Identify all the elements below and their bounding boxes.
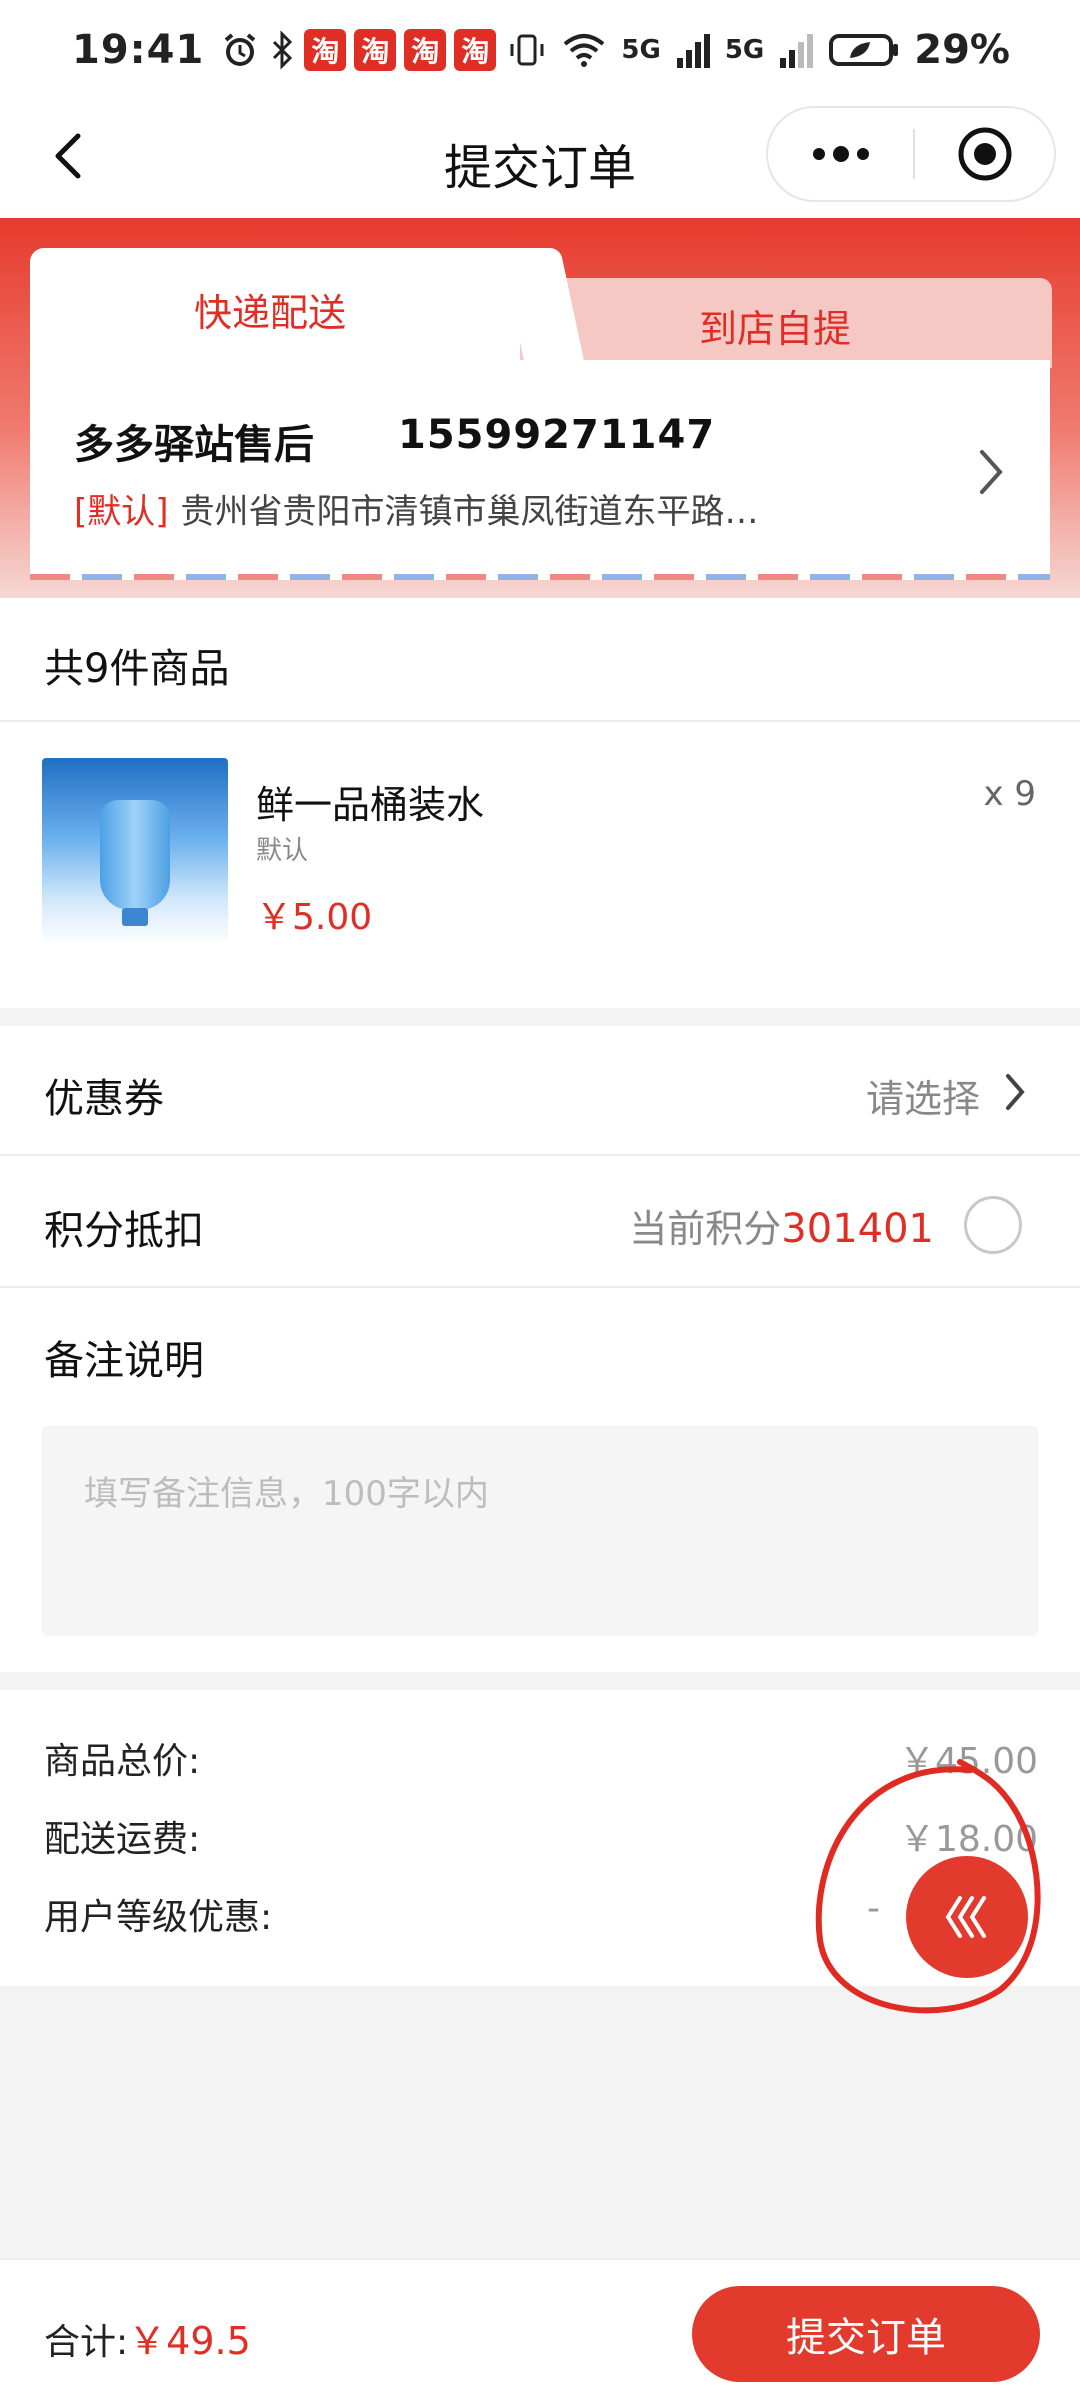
default-address-tag: [默认] bbox=[74, 492, 169, 532]
remark-input[interactable] bbox=[42, 1426, 1038, 1636]
bluetooth-icon bbox=[273, 30, 293, 70]
product-section: 共9件商品 鲜一品桶装水 默认 ￥5.00 x 9 bbox=[0, 598, 1080, 1008]
network-type-1: 5G bbox=[621, 35, 661, 65]
product-spec: 默认 bbox=[256, 836, 309, 866]
points-row: 积分抵扣 当前积分301401 bbox=[0, 1158, 1080, 1288]
product-count: 共9件商品 bbox=[44, 646, 230, 692]
points-value: 301401 bbox=[781, 1206, 934, 1252]
tab-pickup-label[interactable]: 到店自提 bbox=[570, 298, 980, 353]
points-label: 积分抵扣 bbox=[44, 1208, 204, 1254]
target-circle-icon bbox=[958, 127, 1011, 181]
remark-label: 备注说明 bbox=[44, 1338, 204, 1384]
points-radio[interactable] bbox=[964, 1196, 1022, 1254]
status-icons-right: 5G 5G 29% bbox=[507, 27, 1010, 73]
chevron-right-icon bbox=[980, 450, 1003, 494]
wifi-icon bbox=[564, 34, 605, 67]
taobao-app-icon: 淘 bbox=[404, 29, 447, 71]
total-label: 合计: bbox=[44, 2322, 129, 2363]
close-miniprogram-button[interactable] bbox=[915, 108, 1054, 200]
coupon-row[interactable]: 优惠券 请选择 bbox=[0, 1026, 1080, 1156]
tab-delivery-label[interactable]: 快递配送 bbox=[30, 282, 510, 337]
points-prefix: 当前积分 bbox=[629, 1207, 782, 1251]
signal-icon bbox=[676, 34, 710, 68]
coupon-label: 优惠券 bbox=[44, 1076, 164, 1122]
recipient-name: 多多驿站售后 bbox=[74, 422, 314, 468]
address-card[interactable]: 多多驿站售后 15599271147 [默认] 贵州省贵阳市清镇市巢凤街道东平路… bbox=[30, 360, 1050, 580]
product-count-row: 共9件商品 bbox=[0, 598, 1080, 722]
water-bottle-cap bbox=[122, 908, 148, 926]
product-quantity: x 9 bbox=[983, 774, 1036, 814]
taobao-app-icon: 淘 bbox=[304, 29, 347, 71]
miniprogram-capsule bbox=[766, 106, 1056, 202]
level-discount-label: 用户等级优惠: bbox=[44, 1897, 273, 1938]
nav-bar: 提交订单 bbox=[0, 100, 1080, 218]
order-options-section: 优惠券 请选择 积分抵扣 当前积分301401 备注说明 bbox=[0, 1026, 1080, 1672]
total-value: ￥49.5 bbox=[128, 2319, 251, 2363]
address-detail: 贵州省贵阳市清镇市巢凤街道东平路… bbox=[180, 492, 759, 532]
shipping-value: ￥18.00 bbox=[898, 1819, 1038, 1860]
total-row: 合计:￥49.5 bbox=[44, 2310, 251, 2365]
network-type-2: 5G bbox=[724, 35, 765, 65]
floating-action-button[interactable] bbox=[906, 1856, 1028, 1978]
water-bottle-graphic bbox=[100, 800, 170, 910]
battery-percent: 29% bbox=[914, 27, 1010, 73]
more-dots-icon bbox=[812, 146, 869, 162]
submit-order-button[interactable]: 提交订单 bbox=[692, 2286, 1040, 2382]
level-discount-value: - bbox=[867, 1888, 880, 1929]
vibrate-icon bbox=[510, 34, 544, 66]
product-name: 鲜一品桶装水 bbox=[256, 783, 485, 827]
product-price: ￥5.00 bbox=[256, 897, 373, 938]
chevron-right-icon bbox=[1006, 1074, 1025, 1110]
shipping-label: 配送运费: bbox=[44, 1819, 201, 1860]
battery-icon bbox=[829, 34, 899, 66]
status-time: 19:41 bbox=[72, 27, 205, 73]
taobao-app-icon: 淘 bbox=[354, 29, 397, 71]
recipient-phone: 15599271147 bbox=[398, 412, 716, 458]
goods-total-value: ￥45.00 bbox=[898, 1741, 1038, 1782]
envelope-stripe bbox=[30, 574, 1050, 580]
signal-icon bbox=[780, 34, 814, 68]
more-button[interactable] bbox=[768, 108, 913, 200]
status-bar: 19:41 淘 淘 淘 淘 5G 5G 29% bbox=[0, 0, 1080, 100]
alarm-icon bbox=[225, 33, 256, 66]
coupon-value: 请选择 bbox=[865, 1077, 980, 1121]
address-line: [默认] 贵州省贵阳市清镇市巢凤街道东平路… bbox=[74, 484, 759, 533]
points-info: 当前积分301401 bbox=[629, 1198, 934, 1253]
goods-total-label: 商品总价: bbox=[44, 1741, 201, 1782]
triple-chevron-left-icon bbox=[945, 1896, 986, 1938]
status-icons-left: 淘 淘 淘 淘 bbox=[220, 29, 497, 71]
taobao-app-icon: 淘 bbox=[454, 29, 497, 71]
product-image[interactable] bbox=[42, 758, 228, 944]
bottom-bar: 合计:￥49.5 提交订单 bbox=[0, 2258, 1080, 2400]
